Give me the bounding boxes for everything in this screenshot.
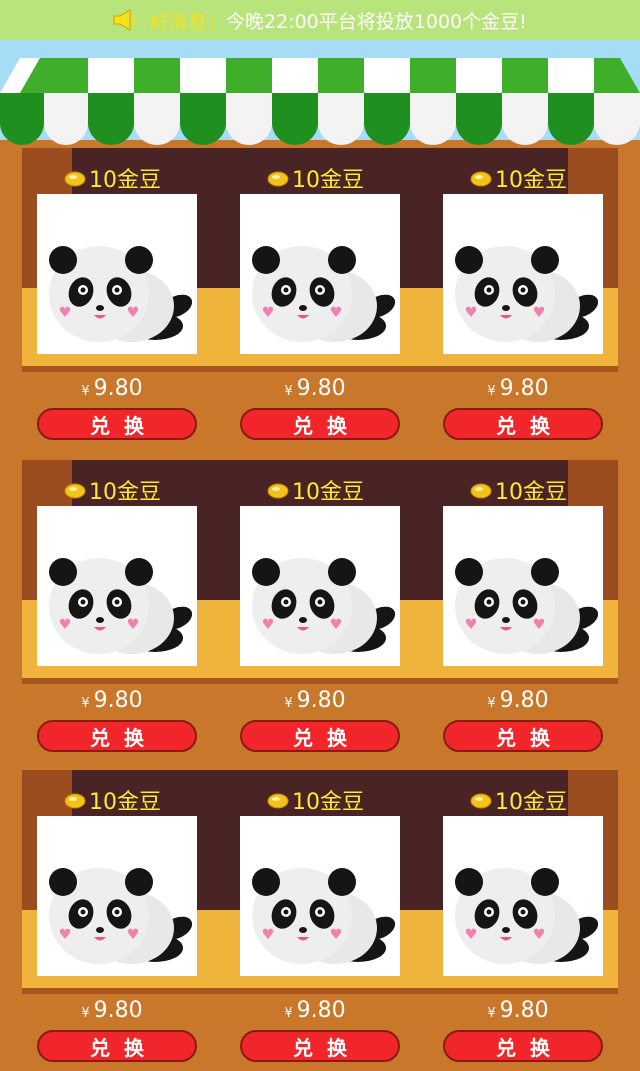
exchange-button[interactable]: 兑换 xyxy=(240,1030,400,1062)
coin-price-text: 10金豆 xyxy=(89,480,161,505)
cash-price: ¥9.80 xyxy=(433,688,603,713)
coin-price: 10金豆 xyxy=(27,474,197,506)
exchange-button[interactable]: 兑换 xyxy=(37,720,197,752)
shop-awning xyxy=(0,58,640,145)
shelf-row: 10金豆 ¥9.80 兑换 10金豆 ¥ 9.80 兑换 10金豆 ¥ 9.80… xyxy=(0,770,640,1062)
product-card: 10金豆 ¥9.80 兑换 xyxy=(433,770,603,1062)
currency-symbol: ¥ xyxy=(284,384,293,399)
cash-price-value: 9.80 xyxy=(296,376,346,401)
product-card: 10金豆 ¥9.80 兑换 xyxy=(27,148,197,440)
panda-plush-image xyxy=(443,506,603,666)
exchange-button[interactable]: 兑换 xyxy=(37,1030,197,1062)
panda-plush-image xyxy=(443,194,603,354)
product-card: 10金豆 ¥9.80 兑换 xyxy=(230,460,400,752)
gold-bean-icon xyxy=(64,483,86,499)
coin-price: 10金豆 xyxy=(27,162,197,194)
cash-price-value: 9.80 xyxy=(499,688,549,713)
coin-price-text: 10金豆 xyxy=(89,168,161,193)
cash-price: ¥9.80 xyxy=(433,376,603,401)
exchange-button[interactable]: 兑换 xyxy=(443,408,603,440)
cash-price-value: 9.80 xyxy=(296,688,346,713)
exchange-button[interactable]: 兑换 xyxy=(240,720,400,752)
cash-price-value: 9.80 xyxy=(296,998,346,1023)
shelf-row: 10金豆 ¥9.80 兑换 10金豆 ¥ 9.80 兑换 10金豆 ¥ 9.80… xyxy=(0,460,640,752)
product-image[interactable] xyxy=(443,506,603,666)
currency-symbol: ¥ xyxy=(487,384,496,399)
gold-bean-icon xyxy=(64,171,86,187)
coin-price-text: 10金豆 xyxy=(292,168,364,193)
exchange-button[interactable]: 兑换 xyxy=(443,1030,603,1062)
shelf-row: 10金豆 ¥9.80 兑换 10金豆 ¥ 9.80 兑换 10金豆 ¥ 9.80… xyxy=(0,148,640,440)
cash-price-value: 9.80 xyxy=(499,998,549,1023)
cash-price: ¥9.80 xyxy=(27,376,197,401)
cash-price: ¥9.80 xyxy=(230,998,400,1023)
coin-price-text: 10金豆 xyxy=(292,790,364,815)
coin-price-text: 10金豆 xyxy=(495,480,567,505)
gold-bean-icon xyxy=(267,483,289,499)
product-image[interactable] xyxy=(443,194,603,354)
panda-plush-image xyxy=(37,194,197,354)
product-image[interactable] xyxy=(37,816,197,976)
currency-symbol: ¥ xyxy=(81,1006,90,1021)
notice-bar: 好消息： 今晚22:00平台将投放1000个金豆! xyxy=(0,0,640,40)
cash-price-value: 9.80 xyxy=(93,688,143,713)
currency-symbol: ¥ xyxy=(487,1006,496,1021)
panda-plush-image xyxy=(240,816,400,976)
notice-label: 好消息： xyxy=(150,10,227,33)
currency-symbol: ¥ xyxy=(284,1006,293,1021)
product-card: 10金豆 ¥9.80 兑换 xyxy=(27,460,197,752)
coin-price: 10金豆 xyxy=(230,162,400,194)
product-card: 10金豆 ¥9.80 兑换 xyxy=(230,770,400,1062)
currency-symbol: ¥ xyxy=(487,696,496,711)
gold-bean-icon xyxy=(267,171,289,187)
product-image[interactable] xyxy=(443,816,603,976)
coin-price-text: 10金豆 xyxy=(495,790,567,815)
cash-price-value: 9.80 xyxy=(93,998,143,1023)
speaker-icon xyxy=(113,9,136,31)
product-card: 10金豆 ¥9.80 兑换 xyxy=(230,148,400,440)
product-card: 10金豆 ¥9.80 兑换 xyxy=(27,770,197,1062)
panda-plush-image xyxy=(443,816,603,976)
gold-bean-icon xyxy=(470,483,492,499)
coin-price: 10金豆 xyxy=(27,784,197,816)
coin-price: 10金豆 xyxy=(433,474,603,506)
coin-price: 10金豆 xyxy=(230,784,400,816)
exchange-button[interactable]: 兑换 xyxy=(37,408,197,440)
coin-price: 10金豆 xyxy=(433,784,603,816)
product-card: 10金豆 ¥9.80 兑换 xyxy=(433,460,603,752)
product-image[interactable] xyxy=(240,194,400,354)
gold-bean-icon xyxy=(267,793,289,809)
currency-symbol: ¥ xyxy=(81,384,90,399)
coin-price: 10金豆 xyxy=(433,162,603,194)
product-image[interactable] xyxy=(37,506,197,666)
product-image[interactable] xyxy=(240,506,400,666)
cash-price: ¥9.80 xyxy=(27,688,197,713)
panda-plush-image xyxy=(240,506,400,666)
exchange-button[interactable]: 兑换 xyxy=(443,720,603,752)
coin-price-text: 10金豆 xyxy=(292,480,364,505)
cash-price: ¥9.80 xyxy=(230,688,400,713)
cash-price-value: 9.80 xyxy=(93,376,143,401)
gold-bean-icon xyxy=(64,793,86,809)
panda-plush-image xyxy=(37,816,197,976)
currency-symbol: ¥ xyxy=(81,696,90,711)
panda-plush-image xyxy=(240,194,400,354)
cash-price: ¥9.80 xyxy=(27,998,197,1023)
cash-price: ¥9.80 xyxy=(230,376,400,401)
notice-text: 今晚22:00平台将投放1000个金豆! xyxy=(226,10,527,33)
coin-price: 10金豆 xyxy=(230,474,400,506)
gold-bean-icon xyxy=(470,793,492,809)
currency-symbol: ¥ xyxy=(284,696,293,711)
gold-bean-icon xyxy=(470,171,492,187)
product-image[interactable] xyxy=(240,816,400,976)
exchange-button[interactable]: 兑换 xyxy=(240,408,400,440)
product-image[interactable] xyxy=(37,194,197,354)
coin-price-text: 10金豆 xyxy=(89,790,161,815)
cash-price-value: 9.80 xyxy=(499,376,549,401)
coin-price-text: 10金豆 xyxy=(495,168,567,193)
product-card: 10金豆 ¥9.80 兑换 xyxy=(433,148,603,440)
panda-plush-image xyxy=(37,506,197,666)
cash-price: ¥9.80 xyxy=(433,998,603,1023)
